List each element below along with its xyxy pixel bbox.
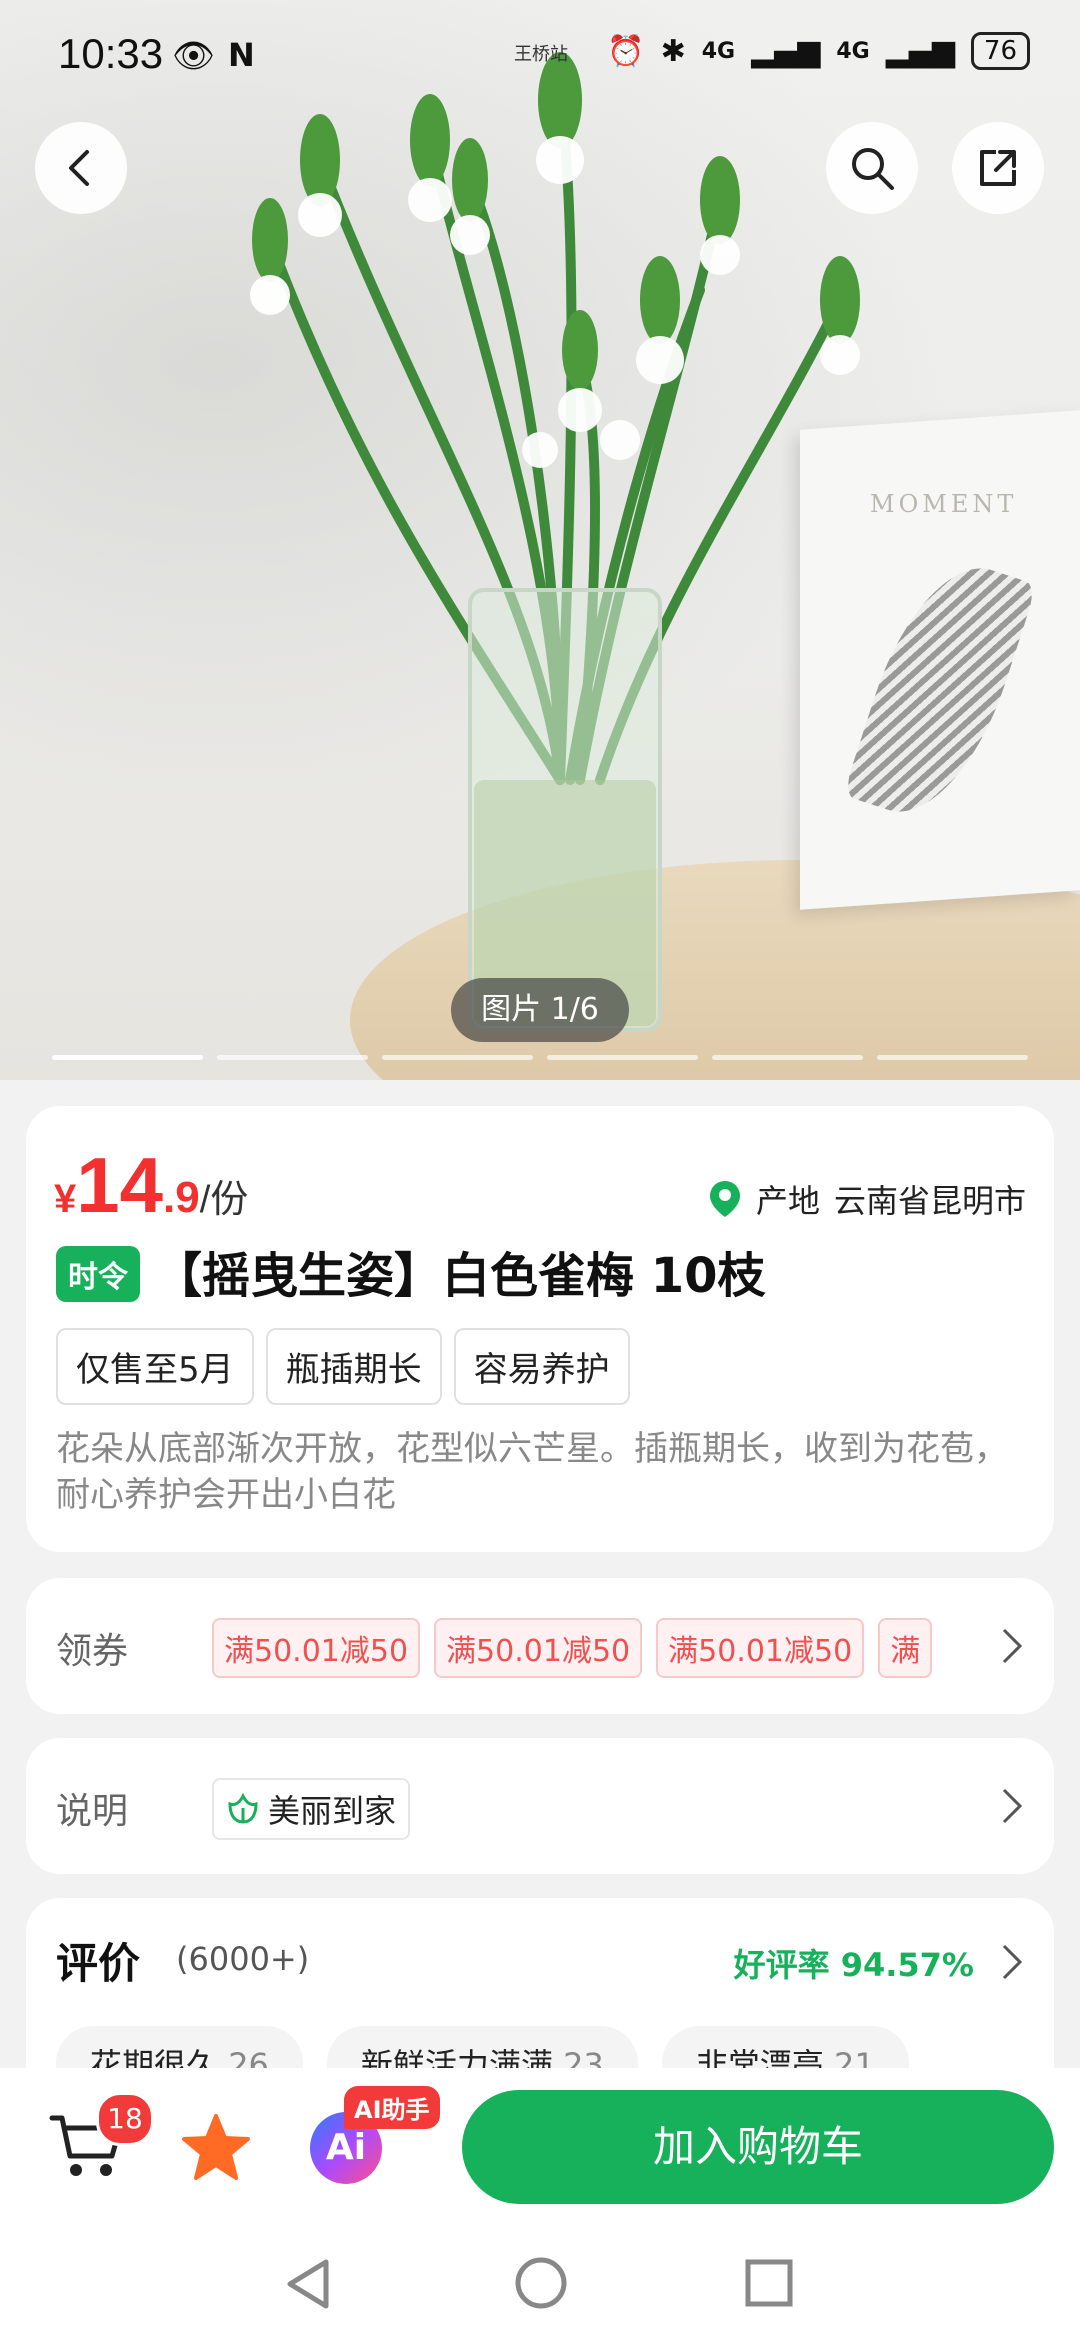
bluetooth-icon: ✱ (660, 33, 686, 69)
search-button[interactable] (826, 122, 918, 214)
ai-assistant-badge: AI助手 (344, 2086, 440, 2129)
location-pin-icon (709, 1181, 740, 1217)
price-decimal: .9 (163, 1173, 200, 1222)
flower-icon (228, 1792, 258, 1824)
feature-chips: 仅售至5月 瓶插期长 容易养护 (56, 1328, 630, 1405)
gallery-dot (712, 1055, 863, 1060)
image-counter: 图片 1/6 (451, 978, 629, 1042)
nfc-icon: N (228, 36, 255, 74)
reviews-title: 评价 (56, 1939, 141, 1988)
battery-icon: 76 (970, 32, 1030, 70)
coupon-chip[interactable]: 满 (878, 1618, 933, 1678)
gallery-dot (52, 1055, 203, 1060)
chevron-right-icon (1002, 1628, 1023, 1664)
nav-back-icon[interactable] (282, 2256, 332, 2312)
eye-icon: 👁 (172, 36, 216, 76)
coupon-chip[interactable]: 满50.01减50 (212, 1618, 421, 1678)
status-bar: 10:33 👁 N 王桥站 ⏰ ✱ 4G ▂▄▆ 4G ▂▄▆ 76 (0, 0, 1080, 104)
vase-flowers-illustration (250, 52, 860, 1032)
price-integer: 14 (76, 1141, 164, 1229)
alarm-icon: ⏰ (607, 33, 645, 69)
info-badge-text: 美丽到家 (268, 1792, 397, 1830)
product-info-card: ¥14.9/份 产地 云南省昆明市 时令 【摇曳生姿】白色雀梅 10枝 仅售至5… (26, 1106, 1054, 1552)
reviews-count: (6000+) (176, 1940, 310, 1978)
positive-rate: 好评率 94.57% (733, 1946, 974, 1984)
back-button[interactable] (35, 122, 127, 214)
status-right-group: ⏰ ✱ 4G ▂▄▆ 4G ▂▄▆ 76 (607, 32, 1030, 70)
feature-chip: 容易养护 (453, 1328, 630, 1405)
share-button[interactable] (952, 122, 1044, 214)
gallery-indicator (52, 1055, 1028, 1060)
chevron-right-icon (1002, 1788, 1023, 1824)
product-title: 【摇曳生姿】白色雀梅 10枝 (154, 1248, 766, 1304)
ai-icon: Ai (325, 2127, 367, 2168)
origin-value: 云南省昆明市 (833, 1182, 1026, 1220)
gallery-dot (547, 1055, 698, 1060)
signal-icon-1: 4G (701, 38, 736, 64)
coupon-label: 领券 (56, 1631, 129, 1672)
add-to-cart-button[interactable]: 加入购物车 (462, 2090, 1054, 2204)
gallery-dot (217, 1055, 368, 1060)
info-badge: 美丽到家 (212, 1778, 411, 1840)
product-description: 花朵从底部渐次开放，花型似六芒星。插瓶期长，收到为花苞，耐心养护会开出小白花 (56, 1429, 1008, 1515)
nav-home-icon[interactable] (514, 2256, 568, 2310)
coupon-row[interactable]: 领券 满50.01减50 满50.01减50 满50.01减50 满 (26, 1578, 1054, 1714)
carrier-text: 王桥站 (514, 44, 568, 65)
coupon-chip[interactable]: 满50.01减50 (656, 1618, 865, 1678)
signal-icon-2: 4G (836, 38, 870, 64)
info-row[interactable]: 说明 美丽到家 (26, 1738, 1054, 1874)
gallery-dot (382, 1055, 533, 1060)
price: ¥14.9/份 (54, 1140, 248, 1231)
share-icon (980, 150, 1016, 186)
price-currency: ¥ (54, 1177, 77, 1221)
chevron-left-icon (69, 150, 89, 186)
signal-bars-1: ▂▄▆ (751, 33, 821, 69)
search-icon (852, 148, 894, 190)
origin-label: 产地 (755, 1182, 820, 1220)
gallery-dot (877, 1055, 1028, 1060)
nav-recents-icon[interactable] (744, 2258, 794, 2308)
price-unit: /份 (199, 1179, 249, 1221)
product-image[interactable]: MOMENT (0, 0, 1080, 1080)
chevron-right-icon (1002, 1944, 1023, 1980)
coupon-chip[interactable]: 满50.01减50 (434, 1618, 643, 1678)
season-tag: 时令 (56, 1246, 140, 1302)
feature-chip: 仅售至5月 (56, 1328, 254, 1405)
origin-info: 产地 云南省昆明市 (708, 1176, 1026, 1222)
feature-chip: 瓶插期长 (265, 1328, 442, 1405)
status-time: 10:33 (58, 30, 164, 77)
favorite-button[interactable] (180, 2112, 252, 2188)
cart-count-badge: 18 (96, 2092, 154, 2146)
signal-bars-2: ▂▄▆ (885, 33, 955, 69)
star-icon (182, 2114, 250, 2180)
coupon-list: 满50.01减50 满50.01减50 满50.01减50 满 (212, 1618, 972, 1678)
info-label: 说明 (56, 1791, 129, 1832)
